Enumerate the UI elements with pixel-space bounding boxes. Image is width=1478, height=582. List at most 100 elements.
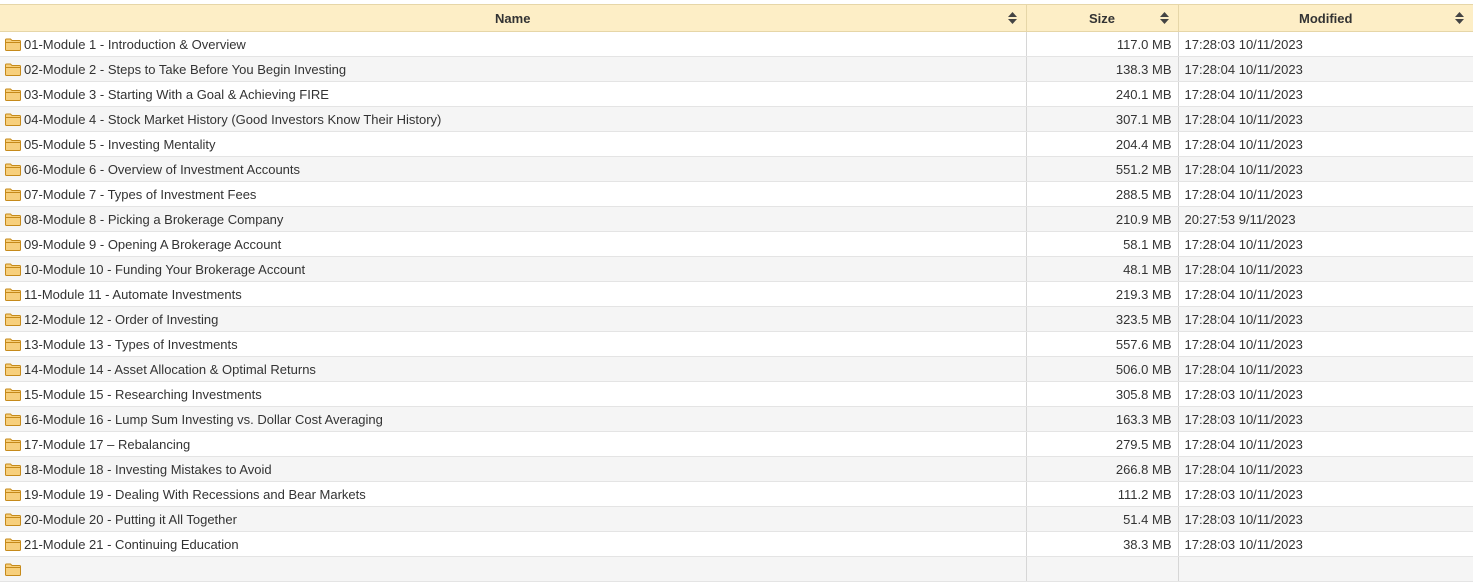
folder-icon <box>5 538 21 551</box>
sort-icon[interactable] <box>1007 12 1017 24</box>
modified-cell: 17:28:03 10/11/2023 <box>1178 31 1473 57</box>
column-header-modified-label: Modified <box>1299 10 1353 26</box>
folder-name-link[interactable]: 19-Module 19 - Dealing With Recessions a… <box>24 487 366 502</box>
table-row[interactable]: 16-Module 16 - Lump Sum Investing vs. Do… <box>0 406 1473 432</box>
column-header-size-label: Size <box>1088 10 1115 26</box>
folder-name-link[interactable]: 04-Module 4 - Stock Market History (Good… <box>24 112 441 127</box>
table-row[interactable]: 18-Module 18 - Investing Mistakes to Avo… <box>0 456 1473 482</box>
folder-icon <box>5 88 21 101</box>
table-row[interactable]: 07-Module 7 - Types of Investment Fees 2… <box>0 181 1473 207</box>
folder-name-link[interactable]: 10-Module 10 - Funding Your Brokerage Ac… <box>24 262 305 277</box>
table-row[interactable]: 10-Module 10 - Funding Your Brokerage Ac… <box>0 256 1473 282</box>
table-row[interactable]: 15-Module 15 - Researching Investments 3… <box>0 381 1473 407</box>
folder-icon <box>5 338 21 351</box>
folder-name-link[interactable]: 06-Module 6 - Overview of Investment Acc… <box>24 162 300 177</box>
table-row[interactable] <box>0 556 1473 582</box>
table-row[interactable]: 03-Module 3 - Starting With a Goal & Ach… <box>0 81 1473 107</box>
column-header-modified[interactable]: Modified <box>1178 4 1473 32</box>
folder-name-link[interactable]: 09-Module 9 - Opening A Brokerage Accoun… <box>24 237 281 252</box>
modified-cell: 17:28:04 10/11/2023 <box>1178 281 1473 307</box>
modified-cell: 17:28:04 10/11/2023 <box>1178 306 1473 332</box>
table-row[interactable]: 01-Module 1 - Introduction & Overview 11… <box>0 31 1473 57</box>
table-row[interactable]: 11-Module 11 - Automate Investments 219.… <box>0 281 1473 307</box>
modified-cell: 17:28:04 10/11/2023 <box>1178 181 1473 207</box>
folder-icon <box>5 38 21 51</box>
folder-name-link[interactable]: 17-Module 17 – Rebalancing <box>24 437 190 452</box>
table-row[interactable]: 04-Module 4 - Stock Market History (Good… <box>0 106 1473 132</box>
name-cell[interactable]: 18-Module 18 - Investing Mistakes to Avo… <box>0 456 1027 482</box>
name-cell[interactable]: 15-Module 15 - Researching Investments <box>0 381 1027 407</box>
name-cell[interactable]: 16-Module 16 - Lump Sum Investing vs. Do… <box>0 406 1027 432</box>
folder-icon <box>5 413 21 426</box>
folder-icon <box>5 363 21 376</box>
modified-cell: 17:28:04 10/11/2023 <box>1178 431 1473 457</box>
name-cell[interactable]: 06-Module 6 - Overview of Investment Acc… <box>0 156 1027 182</box>
size-cell: 323.5 MB <box>1026 306 1179 332</box>
table-row[interactable]: 12-Module 12 - Order of Investing 323.5 … <box>0 306 1473 332</box>
folder-name-link[interactable]: 14-Module 14 - Asset Allocation & Optima… <box>24 362 316 377</box>
table-row[interactable]: 14-Module 14 - Asset Allocation & Optima… <box>0 356 1473 382</box>
name-cell[interactable]: 05-Module 5 - Investing Mentality <box>0 131 1027 157</box>
folder-name-link[interactable]: 11-Module 11 - Automate Investments <box>24 287 242 302</box>
table-row[interactable]: 13-Module 13 - Types of Investments 557.… <box>0 331 1473 357</box>
modified-cell: 17:28:04 10/11/2023 <box>1178 56 1473 82</box>
folder-name-link[interactable]: 13-Module 13 - Types of Investments <box>24 337 238 352</box>
name-cell[interactable]: 12-Module 12 - Order of Investing <box>0 306 1027 332</box>
sort-icon[interactable] <box>1455 12 1464 24</box>
table-body: 01-Module 1 - Introduction & Overview 11… <box>0 31 1473 582</box>
size-cell: 117.0 MB <box>1026 31 1179 57</box>
modified-cell: 17:28:04 10/11/2023 <box>1178 81 1473 107</box>
folder-icon <box>5 213 21 226</box>
name-cell[interactable]: 09-Module 9 - Opening A Brokerage Accoun… <box>0 231 1027 257</box>
name-cell[interactable]: 19-Module 19 - Dealing With Recessions a… <box>0 481 1027 507</box>
column-header-name[interactable]: Name <box>0 4 1027 32</box>
size-cell: 288.5 MB <box>1026 181 1179 207</box>
table-row[interactable]: 05-Module 5 - Investing Mentality 204.4 … <box>0 131 1473 157</box>
folder-icon <box>5 463 21 476</box>
modified-cell: 17:28:03 10/11/2023 <box>1178 481 1473 507</box>
modified-cell: 17:28:04 10/11/2023 <box>1178 331 1473 357</box>
name-cell[interactable]: 04-Module 4 - Stock Market History (Good… <box>0 106 1027 132</box>
size-cell: 305.8 MB <box>1026 381 1179 407</box>
table-row[interactable]: 06-Module 6 - Overview of Investment Acc… <box>0 156 1473 182</box>
modified-cell: 17:28:04 10/11/2023 <box>1178 156 1473 182</box>
folder-name-link[interactable]: 15-Module 15 - Researching Investments <box>24 387 262 402</box>
folder-name-link[interactable]: 12-Module 12 - Order of Investing <box>24 312 218 327</box>
folder-name-link[interactable]: 03-Module 3 - Starting With a Goal & Ach… <box>24 87 329 102</box>
sort-icon[interactable] <box>1159 12 1169 24</box>
folder-name-link[interactable]: 02-Module 2 - Steps to Take Before You B… <box>24 62 346 77</box>
table-row[interactable]: 20-Module 20 - Putting it All Together 5… <box>0 506 1473 532</box>
column-header-size[interactable]: Size <box>1026 4 1179 32</box>
folder-name-link[interactable]: 21-Module 21 - Continuing Education <box>24 537 239 552</box>
folder-name-link[interactable]: 16-Module 16 - Lump Sum Investing vs. Do… <box>24 412 383 427</box>
name-cell[interactable]: 01-Module 1 - Introduction & Overview <box>0 31 1027 57</box>
table-row[interactable]: 08-Module 8 - Picking a Brokerage Compan… <box>0 206 1473 232</box>
folder-name-link[interactable]: 01-Module 1 - Introduction & Overview <box>24 37 246 52</box>
name-cell[interactable]: 02-Module 2 - Steps to Take Before You B… <box>0 56 1027 82</box>
folder-name-link[interactable]: 05-Module 5 - Investing Mentality <box>24 137 215 152</box>
table-row[interactable]: 09-Module 9 - Opening A Brokerage Accoun… <box>0 231 1473 257</box>
name-cell[interactable]: 03-Module 3 - Starting With a Goal & Ach… <box>0 81 1027 107</box>
table-row[interactable]: 02-Module 2 - Steps to Take Before You B… <box>0 56 1473 82</box>
size-cell: 138.3 MB <box>1026 56 1179 82</box>
name-cell[interactable]: 11-Module 11 - Automate Investments <box>0 281 1027 307</box>
name-cell[interactable]: 08-Module 8 - Picking a Brokerage Compan… <box>0 206 1027 232</box>
name-cell[interactable]: 13-Module 13 - Types of Investments <box>0 331 1027 357</box>
name-cell[interactable]: 21-Module 21 - Continuing Education <box>0 531 1027 557</box>
table-row[interactable]: 19-Module 19 - Dealing With Recessions a… <box>0 481 1473 507</box>
folder-name-link[interactable]: 18-Module 18 - Investing Mistakes to Avo… <box>24 462 272 477</box>
size-cell: 58.1 MB <box>1026 231 1179 257</box>
table-row[interactable]: 21-Module 21 - Continuing Education 38.3… <box>0 531 1473 557</box>
modified-cell: 17:28:03 10/11/2023 <box>1178 506 1473 532</box>
name-cell[interactable]: 07-Module 7 - Types of Investment Fees <box>0 181 1027 207</box>
modified-cell: 20:27:53 9/11/2023 <box>1178 206 1473 232</box>
name-cell[interactable] <box>0 556 1027 582</box>
folder-name-link[interactable]: 20-Module 20 - Putting it All Together <box>24 512 237 527</box>
folder-name-link[interactable]: 07-Module 7 - Types of Investment Fees <box>24 187 256 202</box>
folder-name-link[interactable]: 08-Module 8 - Picking a Brokerage Compan… <box>24 212 283 227</box>
name-cell[interactable]: 14-Module 14 - Asset Allocation & Optima… <box>0 356 1027 382</box>
name-cell[interactable]: 20-Module 20 - Putting it All Together <box>0 506 1027 532</box>
table-row[interactable]: 17-Module 17 – Rebalancing 279.5 MB 17:2… <box>0 431 1473 457</box>
name-cell[interactable]: 17-Module 17 – Rebalancing <box>0 431 1027 457</box>
name-cell[interactable]: 10-Module 10 - Funding Your Brokerage Ac… <box>0 256 1027 282</box>
